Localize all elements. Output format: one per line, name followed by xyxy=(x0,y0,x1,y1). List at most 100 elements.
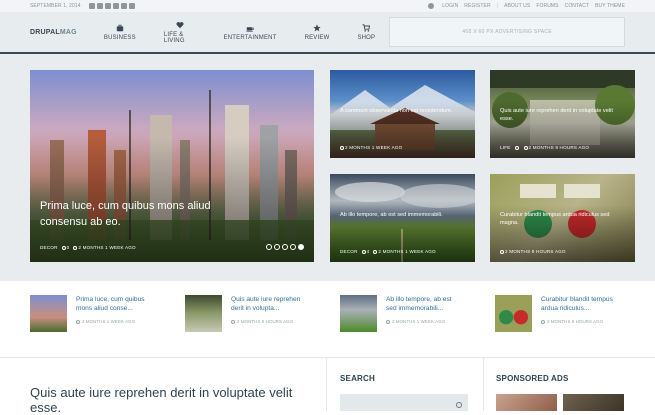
featured-card-4[interactable]: Curabitur blandit tempus ardua ridiculus… xyxy=(490,174,635,262)
strip-meta: 2 MONTHS 9 HOURS AGO xyxy=(541,319,616,324)
recent-posts-strip: Prima luce, cum quibus mons aliud conse.… xyxy=(0,281,655,355)
coffee-cup-icon xyxy=(246,26,254,32)
search-icon[interactable] xyxy=(456,402,462,408)
nav-business[interactable]: BUSINESS xyxy=(90,12,150,52)
column-divider xyxy=(326,358,327,411)
post-time: 2 MONTHS 9 HOURS AGO xyxy=(500,249,566,254)
comment-icon xyxy=(514,145,519,150)
featured-card-title[interactable]: Curabitur blandit tempus ardua ridiculus… xyxy=(500,211,625,227)
post-time: 2 MONTHS 9 HOURS AGO xyxy=(523,145,590,150)
rss-icon[interactable] xyxy=(128,3,135,9)
logo-part-2: MAG xyxy=(59,28,77,36)
strip-title[interactable]: Curabitur blandit tempus ardua ridiculus… xyxy=(541,295,616,313)
logo-part-1: DRUPAL xyxy=(30,28,60,36)
slider-dots xyxy=(266,244,304,250)
comment-count: 4 xyxy=(361,249,370,254)
nav-label: REVIEW xyxy=(304,34,330,41)
post-time: 2 MONTHS 1 WEEK AGO xyxy=(340,145,402,150)
slider-dot[interactable] xyxy=(290,244,296,250)
buy-theme-link[interactable]: BUY THEME xyxy=(595,3,625,9)
main-nav: BUSINESS LIFE & LIVING ENTERTAINMENT REV… xyxy=(90,12,389,52)
youtube-icon[interactable] xyxy=(120,3,127,9)
strip-item[interactable]: Prima luce, cum quibus mons aliud conse.… xyxy=(30,295,151,332)
slider-dot[interactable] xyxy=(266,244,272,250)
sponsored-ad-1[interactable] xyxy=(496,394,557,411)
search-heading: SEARCH xyxy=(340,374,375,383)
sponsored-heading: SPONSORED ADS xyxy=(496,374,569,383)
slider-dot[interactable] xyxy=(274,244,280,250)
top-bar: SEPTEMBER 1, 2014 LOGIN REGISTER | ABOUT… xyxy=(0,0,655,12)
site-logo[interactable]: DRUPALMAG xyxy=(30,29,90,36)
comment-count: 0 xyxy=(61,245,70,250)
top-links: LOGIN REGISTER | ABOUT US FORUMS CONTACT… xyxy=(428,3,625,9)
article-title[interactable]: Quis aute iure reprehen derit in volupta… xyxy=(30,385,320,415)
clock-icon xyxy=(541,319,545,324)
header-ad-space[interactable]: 468 X 60 PX ADVERTISING SPACE xyxy=(389,17,625,47)
featured-card-meta: 2 MONTHS 1 WEEK AGO xyxy=(340,145,402,150)
divider: | xyxy=(496,3,499,9)
featured-main-meta: DECOR 0 2 MONTHS 1 WEEK AGO xyxy=(40,245,136,250)
clock-icon xyxy=(231,319,235,324)
strip-thumbnail[interactable] xyxy=(495,295,532,332)
facebook-icon[interactable] xyxy=(88,3,95,9)
featured-card-title[interactable]: A communi observantia non est recedendum… xyxy=(340,107,465,115)
google-plus-icon[interactable] xyxy=(104,3,111,9)
featured-card-title[interactable]: Ab illo tempore, ab est sed immemorabili… xyxy=(340,211,465,219)
strip-title[interactable]: Quis aute iure reprehen derit in volupta… xyxy=(231,295,306,313)
content-area: Quis aute iure reprehen derit in volupta… xyxy=(0,357,655,415)
featured-card-1[interactable]: A communi observantia non est recedendum… xyxy=(330,70,475,158)
nav-label: BUSINESS xyxy=(103,34,136,41)
strip-meta: 2 MONTHS 1 WEEK AGO xyxy=(386,319,461,324)
post-time: 2 MONTHS 1 WEEK AGO xyxy=(73,245,136,250)
featured-card-meta: DECOR 4 2 MONTHS 1 WEEK AGO xyxy=(340,249,436,254)
featured-card-2[interactable]: Quis aute iure reprehen derit in volupta… xyxy=(490,70,635,158)
about-link[interactable]: ABOUT US xyxy=(504,3,530,9)
featured-card-meta: 2 MONTHS 9 HOURS AGO xyxy=(500,249,566,254)
comment-icon xyxy=(61,245,66,250)
nav-entertainment[interactable]: ENTERTAINMENT xyxy=(210,12,291,52)
featured-area: Prima luce, cum quibus mons aliud consen… xyxy=(0,54,655,281)
twitter-icon[interactable] xyxy=(96,3,103,9)
featured-main-title[interactable]: Prima luce, cum quibus mons aliud consen… xyxy=(40,198,254,230)
current-date: SEPTEMBER 1, 2014 xyxy=(30,3,81,9)
search-input[interactable] xyxy=(340,394,468,411)
featured-main-card[interactable]: Prima luce, cum quibus mons aliud consen… xyxy=(30,70,314,262)
contact-link[interactable]: CONTACT xyxy=(565,3,590,9)
featured-card-title[interactable]: Quis aute iure reprehen derit in volupta… xyxy=(500,107,625,123)
featured-card-3[interactable]: Ab illo tempore, ab est sed immemorabili… xyxy=(330,174,475,262)
nav-shop[interactable]: SHOP xyxy=(343,12,389,52)
category-tag[interactable]: DECOR xyxy=(40,245,58,250)
sponsored-ad-2[interactable] xyxy=(563,394,624,411)
strip-thumbnail[interactable] xyxy=(30,295,67,332)
slider-dot[interactable] xyxy=(282,244,288,250)
comment-count xyxy=(514,145,520,150)
heart-icon xyxy=(176,21,184,28)
strip-thumbnail[interactable] xyxy=(185,295,222,332)
cart-icon xyxy=(362,23,371,32)
user-icon xyxy=(428,3,435,9)
strip-title[interactable]: Ab illo tempore, ab est sed immemorabili… xyxy=(386,295,461,313)
forums-link[interactable]: FORUMS xyxy=(536,3,558,9)
strip-meta: 2 MONTHS 9 HOURS AGO xyxy=(231,319,306,324)
nav-life-living[interactable]: LIFE & LIVING xyxy=(150,12,210,52)
vimeo-icon[interactable] xyxy=(112,3,119,9)
slider-dot-active[interactable] xyxy=(298,244,304,250)
strip-item[interactable]: Ab illo tempore, ab est sed immemorabili… xyxy=(340,295,461,332)
strip-thumbnail[interactable] xyxy=(340,295,377,332)
social-links xyxy=(88,3,135,9)
strip-item[interactable]: Curabitur blandit tempus ardua ridiculus… xyxy=(495,295,616,332)
nav-label: ENTERTAINMENT xyxy=(223,34,277,41)
clock-icon xyxy=(340,145,344,150)
comment-icon xyxy=(361,249,366,254)
site-header: DRUPALMAG BUSINESS LIFE & LIVING ENTERTA… xyxy=(0,12,655,54)
category-tag[interactable]: LIFE xyxy=(500,145,511,150)
strip-item[interactable]: Quis aute iure reprehen derit in volupta… xyxy=(185,295,306,332)
clock-icon xyxy=(500,249,504,254)
strip-title[interactable]: Prima luce, cum quibus mons aliud conse.… xyxy=(76,295,151,313)
category-tag[interactable]: DECOR xyxy=(340,249,358,254)
nav-review[interactable]: REVIEW xyxy=(291,12,344,52)
post-time: 2 MONTHS 1 WEEK AGO xyxy=(373,249,436,254)
register-link[interactable]: REGISTER xyxy=(464,3,490,9)
login-link[interactable]: LOGIN xyxy=(442,3,458,9)
clock-icon xyxy=(73,245,78,250)
